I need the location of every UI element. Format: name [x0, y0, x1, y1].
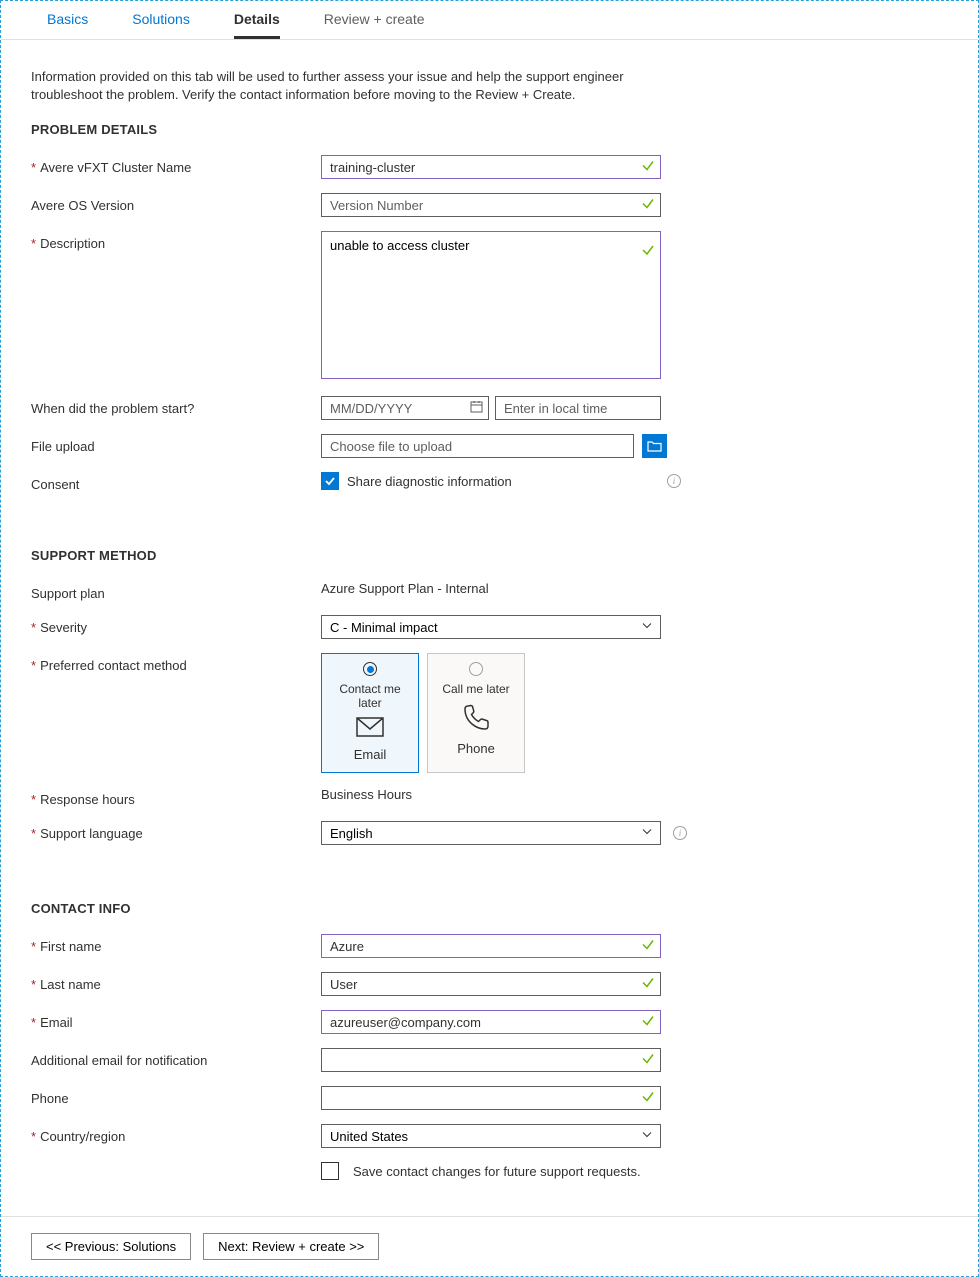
first-name-label: First name — [40, 939, 101, 954]
severity-select[interactable]: C - Minimal impact — [321, 615, 661, 639]
support-language-label: Support language — [40, 826, 143, 841]
date-input[interactable] — [321, 396, 489, 420]
folder-icon — [647, 440, 662, 452]
previous-button[interactable]: << Previous: Solutions — [31, 1233, 191, 1260]
footer-nav: << Previous: Solutions Next: Review + cr… — [1, 1216, 978, 1276]
phone-input[interactable] — [321, 1086, 661, 1110]
email-input[interactable] — [321, 1010, 661, 1034]
support-language-select[interactable]: English — [321, 821, 661, 845]
cluster-name-label: Avere vFXT Cluster Name — [40, 160, 191, 175]
section-support-method: SUPPORT METHOD — [31, 548, 948, 563]
country-label: Country/region — [40, 1129, 125, 1144]
additional-email-input[interactable] — [321, 1048, 661, 1072]
tab-details[interactable]: Details — [234, 1, 280, 39]
info-icon[interactable]: i — [667, 474, 681, 488]
email-icon — [326, 716, 414, 741]
section-contact-info: CONTACT INFO — [31, 901, 948, 916]
description-label: Description — [40, 236, 105, 251]
next-button[interactable]: Next: Review + create >> — [203, 1233, 379, 1260]
severity-label: Severity — [40, 620, 87, 635]
save-contact-label: Save contact changes for future support … — [353, 1164, 641, 1179]
contact-method-email[interactable]: Contact me later Email — [321, 653, 419, 773]
consent-checkbox[interactable] — [321, 472, 339, 490]
phone-icon — [432, 702, 520, 735]
additional-email-label: Additional email for notification — [31, 1053, 207, 1068]
response-hours-label: Response hours — [40, 792, 135, 807]
card1-title: Contact me later — [326, 682, 414, 710]
tab-review[interactable]: Review + create — [324, 1, 425, 39]
response-hours-value: Business Hours — [321, 787, 412, 802]
email-label: Email — [40, 1015, 73, 1030]
file-upload-label: File upload — [31, 439, 95, 454]
country-select[interactable]: United States — [321, 1124, 661, 1148]
when-label: When did the problem start? — [31, 401, 194, 416]
info-icon[interactable]: i — [673, 826, 687, 840]
first-name-input[interactable] — [321, 934, 661, 958]
os-version-input[interactable] — [321, 193, 661, 217]
radio-selected-icon — [363, 662, 377, 676]
support-plan-label: Support plan — [31, 586, 105, 601]
section-problem-details: PROBLEM DETAILS — [31, 122, 948, 137]
consent-text: Share diagnostic information — [347, 474, 512, 489]
cluster-name-input[interactable] — [321, 155, 661, 179]
radio-unselected-icon — [469, 662, 483, 676]
consent-label: Consent — [31, 477, 79, 492]
file-upload-field[interactable]: Choose file to upload — [321, 434, 634, 458]
phone-label: Phone — [31, 1091, 69, 1106]
contact-method-label: Preferred contact method — [40, 658, 187, 673]
file-upload-button[interactable] — [642, 434, 667, 458]
tab-bar: Basics Solutions Details Review + create — [1, 1, 978, 40]
contact-method-phone[interactable]: Call me later Phone — [427, 653, 525, 773]
save-contact-checkbox[interactable] — [321, 1162, 339, 1180]
support-plan-value: Azure Support Plan - Internal — [321, 581, 489, 596]
last-name-input[interactable] — [321, 972, 661, 996]
tab-solutions[interactable]: Solutions — [132, 1, 190, 39]
card2-sub: Phone — [432, 741, 520, 756]
intro-text: Information provided on this tab will be… — [31, 68, 671, 104]
card2-title: Call me later — [432, 682, 520, 696]
tab-basics[interactable]: Basics — [47, 1, 88, 39]
description-textarea[interactable] — [321, 231, 661, 379]
time-input[interactable] — [495, 396, 661, 420]
card1-sub: Email — [326, 747, 414, 762]
os-version-label: Avere OS Version — [31, 198, 134, 213]
last-name-label: Last name — [40, 977, 101, 992]
